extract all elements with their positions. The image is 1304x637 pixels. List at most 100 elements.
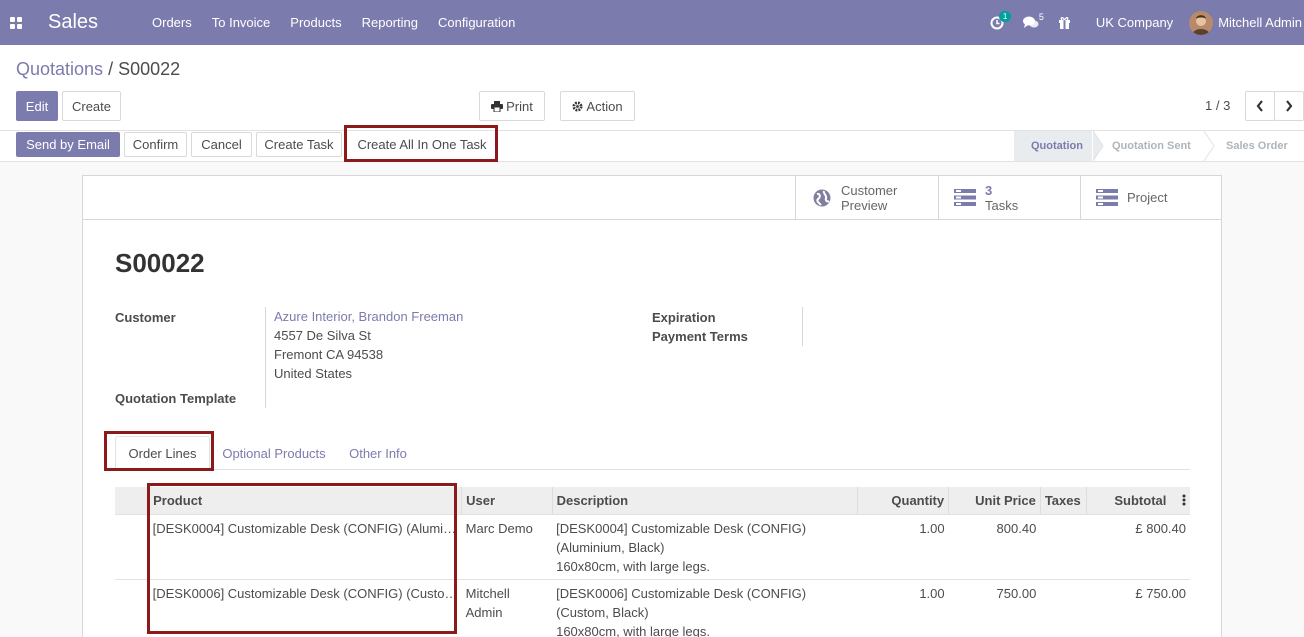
cancel-button[interactable]: Cancel bbox=[191, 132, 252, 157]
column-header-description[interactable]: Description bbox=[551, 487, 858, 514]
quantity-cell[interactable]: 1.00 bbox=[857, 579, 949, 637]
user-cell[interactable]: Mitchell Admin bbox=[462, 579, 552, 637]
create-button[interactable]: Create bbox=[62, 91, 121, 121]
record-title: S00022 bbox=[115, 248, 205, 278]
printer-icon bbox=[491, 100, 504, 112]
column-header-subtotal[interactable]: Subtotal bbox=[1085, 487, 1190, 514]
unit-price-cell[interactable]: 800.40 bbox=[949, 514, 1041, 579]
menu-orders[interactable]: Orders bbox=[142, 15, 202, 30]
description-line: (Aluminium, Black) bbox=[556, 539, 665, 555]
pager-next-button[interactable] bbox=[1274, 91, 1304, 121]
description-line: 160x80cm, with large legs. bbox=[556, 558, 711, 574]
stage-arrow-divider bbox=[1093, 131, 1104, 161]
row-handle bbox=[115, 579, 149, 637]
menu-reporting[interactable]: Reporting bbox=[352, 15, 428, 30]
tab-optional-products[interactable]: Optional Products bbox=[212, 436, 336, 470]
app-brand[interactable]: Sales bbox=[48, 11, 140, 34]
menu-to-invoice[interactable]: To Invoice bbox=[202, 15, 281, 30]
expiration-label: Expiration bbox=[652, 310, 716, 325]
tasks-icon bbox=[954, 189, 976, 206]
stage-arrow-divider bbox=[1204, 131, 1215, 161]
address-line-2: Fremont CA 94538 bbox=[274, 347, 384, 362]
tasks-label: Tasks bbox=[985, 197, 1019, 213]
field-divider bbox=[265, 307, 266, 408]
breadcrumb-current: S00022 bbox=[118, 59, 181, 79]
handle-column-header bbox=[115, 487, 149, 514]
project-smart-button[interactable]: Project bbox=[1080, 176, 1223, 219]
tasks-smart-button[interactable]: 3 Tasks bbox=[938, 176, 1080, 219]
navbar-systray: 1 5 UK Company Mitchell Admin bbox=[980, 0, 1304, 45]
customer-label: Customer bbox=[115, 310, 176, 325]
action-label: Action bbox=[586, 98, 623, 114]
action-button[interactable]: Action bbox=[560, 91, 635, 121]
description-line: 160x80cm, with large legs. bbox=[556, 623, 711, 637]
user-avatar[interactable] bbox=[1189, 10, 1214, 35]
field-divider bbox=[802, 307, 803, 346]
row-handle bbox=[115, 514, 149, 579]
subtotal-cell: £ 800.40 bbox=[1135, 520, 1186, 536]
control-panel: Quotations / S00022 Edit Create Print Ac… bbox=[0, 45, 1304, 131]
subtotal-header-label: Subtotal bbox=[1114, 492, 1167, 508]
create-task-button[interactable]: Create Task bbox=[256, 132, 342, 157]
globe-icon bbox=[813, 189, 831, 206]
gift-icon bbox=[1059, 17, 1071, 29]
quantity-cell[interactable]: 1.00 bbox=[857, 514, 949, 579]
column-header-user[interactable]: User bbox=[461, 487, 553, 514]
unit-price-cell[interactable]: 750.00 bbox=[949, 579, 1041, 637]
customer-value: Azure Interior, Brandon Freeman 4557 De … bbox=[274, 307, 463, 383]
taxes-cell[interactable] bbox=[1040, 514, 1086, 579]
user-menu[interactable]: Mitchell Admin bbox=[1218, 15, 1302, 30]
description-cell[interactable]: [DESK0004] Customizable Desk (CONFIG) (A… bbox=[552, 514, 857, 579]
top-navbar: Sales Orders To Invoice Products Reporti… bbox=[0, 0, 1304, 45]
apps-menu-icon[interactable] bbox=[0, 0, 32, 45]
column-header-taxes[interactable]: Taxes bbox=[1039, 487, 1087, 514]
message-count-badge: 5 bbox=[1038, 12, 1044, 22]
gear-icon bbox=[572, 100, 583, 112]
description-cell[interactable]: [DESK0006] Customizable Desk (CONFIG) (C… bbox=[552, 579, 857, 637]
messaging-button[interactable]: 5 bbox=[1014, 0, 1048, 45]
customer-preview-label-1: Customer bbox=[841, 182, 898, 198]
project-label: Project bbox=[1127, 190, 1168, 205]
activity-button[interactable]: 1 bbox=[980, 0, 1014, 45]
company-switcher[interactable]: UK Company bbox=[1082, 15, 1189, 30]
notebook-tabs: Order Lines Optional Products Other Info bbox=[115, 436, 1190, 471]
stage-quotation[interactable]: Quotation bbox=[1014, 131, 1092, 161]
stage-sales-order[interactable]: Sales Order bbox=[1208, 131, 1304, 161]
tab-other-info[interactable]: Other Info bbox=[339, 436, 417, 470]
project-icon bbox=[1096, 189, 1118, 206]
breadcrumb-quotations[interactable]: Quotations bbox=[16, 59, 103, 79]
customer-preview-label-2: Preview bbox=[841, 197, 888, 213]
stage-pipeline: Quotation Quotation Sent Sales Order bbox=[1014, 131, 1304, 161]
print-label: Print bbox=[506, 98, 533, 114]
stage-quotation-sent[interactable]: Quotation Sent bbox=[1092, 131, 1208, 161]
quotation-template-label: Quotation Template bbox=[115, 391, 237, 406]
confirm-button[interactable]: Confirm bbox=[124, 132, 187, 157]
description-line: [DESK0006] Customizable Desk (CONFIG) bbox=[556, 585, 807, 601]
tasks-count: 3 bbox=[985, 182, 993, 198]
menu-configuration[interactable]: Configuration bbox=[428, 15, 525, 30]
column-header-quantity[interactable]: Quantity bbox=[856, 487, 949, 514]
send-by-email-button[interactable]: Send by Email bbox=[16, 132, 120, 157]
print-button[interactable]: Print bbox=[479, 91, 545, 121]
gift-button[interactable] bbox=[1048, 0, 1082, 45]
address-line-3: United States bbox=[274, 366, 353, 381]
highlight-box bbox=[104, 431, 214, 471]
menu-products[interactable]: Products bbox=[280, 15, 351, 30]
chevron-left-icon bbox=[1256, 100, 1263, 112]
activity-count-badge: 1 bbox=[998, 11, 1012, 22]
customer-link[interactable]: Azure Interior, Brandon Freeman bbox=[274, 307, 463, 326]
button-box-divider bbox=[83, 219, 1221, 220]
payment-terms-label: Payment Terms bbox=[652, 329, 748, 344]
highlight-box bbox=[147, 483, 457, 634]
form-statusbar: Send by Email Confirm Cancel Create Task… bbox=[0, 131, 1304, 162]
pager-value[interactable]: 1 / 3 bbox=[1205, 98, 1230, 113]
customer-preview-smart-button[interactable]: Customer Preview bbox=[795, 176, 938, 219]
column-header-unit-price[interactable]: Unit Price bbox=[948, 487, 1041, 514]
breadcrumb-separator: / bbox=[108, 59, 114, 79]
optional-columns-icon[interactable] bbox=[1182, 494, 1186, 506]
taxes-cell[interactable] bbox=[1040, 579, 1086, 637]
edit-button[interactable]: Edit bbox=[16, 91, 58, 121]
pager-previous-button[interactable] bbox=[1245, 91, 1275, 121]
user-cell[interactable]: Marc Demo bbox=[462, 514, 552, 579]
subtotal-cell: £ 750.00 bbox=[1135, 585, 1186, 601]
